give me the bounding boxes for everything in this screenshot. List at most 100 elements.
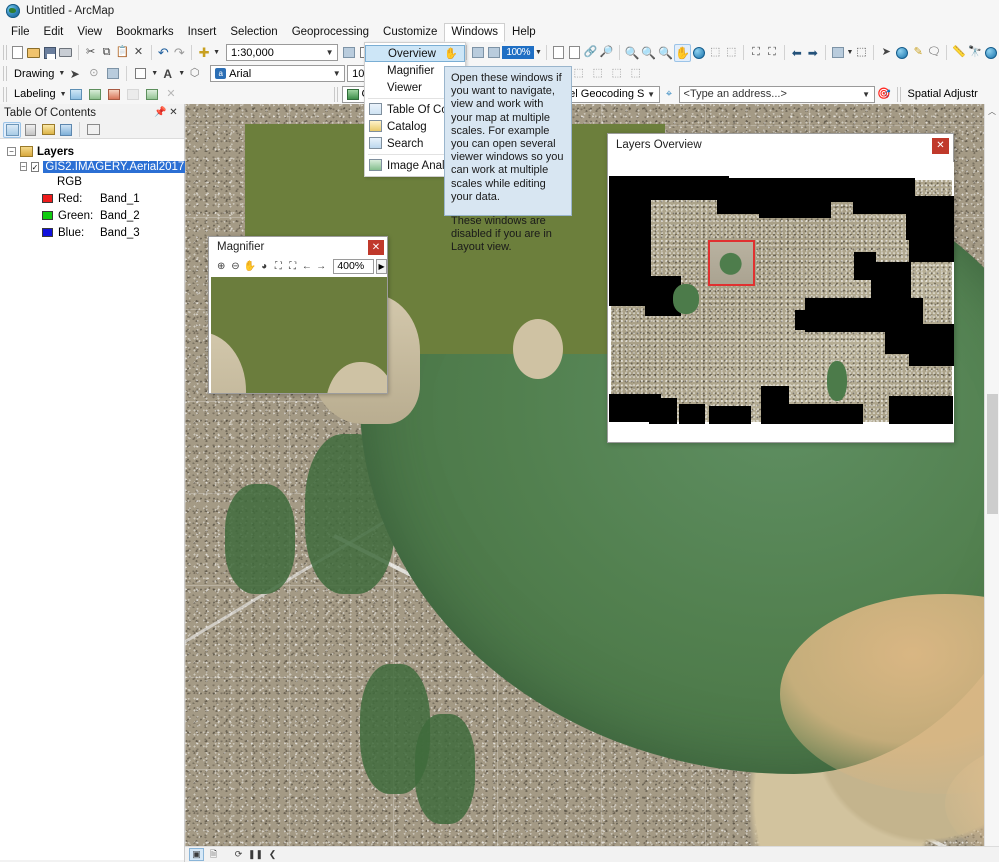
label-weight-icon[interactable] xyxy=(105,85,124,103)
nudge-button[interactable]: ⬚ xyxy=(569,65,588,83)
scroll-thumb[interactable] xyxy=(987,394,998,514)
measure-button[interactable]: 📏 xyxy=(951,44,967,62)
spatial-adjustment-label[interactable]: Spatial Adjustr xyxy=(905,88,981,100)
go-to-xy-button[interactable] xyxy=(983,44,999,62)
labeling-menu-label[interactable]: Labeling xyxy=(11,88,59,100)
map-vertical-scrollbar[interactable]: ︿ xyxy=(984,104,999,846)
pan-icon[interactable]: ✋ xyxy=(244,259,256,273)
menu-file[interactable]: File xyxy=(4,23,37,42)
menu-help[interactable]: Help xyxy=(505,23,543,42)
label-priority-icon[interactable] xyxy=(86,85,105,103)
forward-extent-icon[interactable]: → xyxy=(315,259,327,273)
zoom-in-button[interactable]: 🔍 xyxy=(623,44,640,62)
zoom-to-selection-button[interactable]: ⬚ xyxy=(723,44,739,62)
layer-visibility-checkbox[interactable]: ✓ xyxy=(31,162,40,172)
image-analysis-button[interactable] xyxy=(470,44,486,62)
globe-icon[interactable]: ◕ xyxy=(258,259,270,273)
toolbar-grip[interactable] xyxy=(2,66,8,81)
expand-collapse-icon[interactable]: − xyxy=(7,147,16,156)
toolbar-grip[interactable] xyxy=(2,87,8,102)
align-button[interactable]: ⬚ xyxy=(588,65,607,83)
map-data-view[interactable]: Magnifier ✕ ⊕ ⊖ ✋ ◕ ⛶ ⛶ ← → 400% ▶ xyxy=(185,104,999,862)
drawing-dropdown-icon[interactable]: ▼ xyxy=(58,70,65,77)
distribute-button[interactable]: ⬚ xyxy=(607,65,626,83)
select-features-button[interactable] xyxy=(830,44,846,62)
new-marker-icon[interactable]: ⬡ xyxy=(185,65,204,83)
menu-view[interactable]: View xyxy=(70,23,109,42)
menu-windows[interactable]: Windows xyxy=(444,23,505,42)
new-map-button[interactable] xyxy=(10,44,26,62)
magnifier-dropdown-icon[interactable]: ▶ xyxy=(376,259,387,274)
zoom-in-icon[interactable]: ⊕ xyxy=(215,259,227,273)
back-button[interactable]: ❮ xyxy=(265,848,280,861)
chevron-down-icon[interactable]: ▼ xyxy=(859,87,874,102)
toc-layer-row[interactable]: − ✓ GIS2.IMAGERY.Aerial2017 xyxy=(4,159,184,174)
scroll-up-icon[interactable]: ︿ xyxy=(985,104,999,119)
delete-button[interactable]: ✕ xyxy=(131,44,147,62)
pause-labeling-icon[interactable]: ✕ xyxy=(162,85,181,103)
add-data-dropdown-icon[interactable]: ▼ xyxy=(213,49,220,56)
menu-customize[interactable]: Customize xyxy=(376,23,444,42)
toolbar-grip[interactable] xyxy=(333,87,339,102)
open-table-button[interactable] xyxy=(551,44,567,62)
open-button[interactable] xyxy=(26,44,42,62)
add-data-button[interactable]: ✚ xyxy=(196,44,212,62)
fixed-zoom-extent-button[interactable]: ⛶ xyxy=(764,44,780,62)
drawing-menu-label[interactable]: Drawing xyxy=(11,68,57,80)
forward-extent-button[interactable]: ➡ xyxy=(805,44,821,62)
close-icon[interactable]: ✕ xyxy=(368,240,384,255)
data-view-button[interactable]: ▣ xyxy=(189,848,204,861)
effects-button[interactable] xyxy=(486,44,502,62)
list-by-selection-button[interactable] xyxy=(57,122,75,138)
cut-button[interactable]: ✂ xyxy=(83,44,99,62)
refresh-button[interactable]: ⟳ xyxy=(231,848,246,861)
pin-icon[interactable]: 📌 xyxy=(154,107,167,118)
fixed-zoom-out-button[interactable]: ⛶ xyxy=(748,44,764,62)
list-by-drawing-order-button[interactable] xyxy=(3,122,21,138)
find-button[interactable]: 🔭 xyxy=(967,44,983,62)
full-extent-icon[interactable]: ⛶ xyxy=(272,259,284,273)
magnifier-window[interactable]: Magnifier ✕ ⊕ ⊖ ✋ ◕ ⛶ ⛶ ← → 400% ▶ xyxy=(208,236,388,394)
copy-button[interactable]: ⧉ xyxy=(99,44,115,62)
chevron-down-icon[interactable]: ▼ xyxy=(644,87,659,102)
undo-button[interactable]: ↶ xyxy=(155,44,171,62)
clear-selection-button[interactable]: ⬚ xyxy=(853,44,869,62)
chevron-down-icon[interactable]: ▼ xyxy=(322,45,337,60)
editor-toolbar-button[interactable] xyxy=(341,44,357,62)
transparency-dropdown-icon[interactable]: ▼ xyxy=(535,49,542,56)
menu-bookmarks[interactable]: Bookmarks xyxy=(109,23,181,42)
paste-button[interactable]: 📋 xyxy=(115,44,131,62)
lock-labels-icon[interactable] xyxy=(124,85,143,103)
expand-collapse-icon[interactable]: − xyxy=(20,162,27,171)
view-unplaced-labels-icon[interactable] xyxy=(143,85,162,103)
close-icon[interactable]: ✕ xyxy=(167,107,180,118)
print-button[interactable] xyxy=(58,44,74,62)
select-dropdown-icon[interactable]: ▼ xyxy=(847,49,854,56)
pan-button[interactable]: ✋ xyxy=(674,44,691,62)
magnifier-zoom-value[interactable]: 400% xyxy=(333,259,374,274)
map-scale-combo[interactable]: 1:30,000 ▼ xyxy=(226,44,338,61)
save-button[interactable] xyxy=(42,44,58,62)
rotate-button[interactable]: ⬚ xyxy=(626,65,645,83)
identify-button[interactable] xyxy=(894,44,910,62)
overview-viewport[interactable] xyxy=(609,162,954,442)
list-by-source-button[interactable] xyxy=(21,122,39,138)
menu-selection[interactable]: Selection xyxy=(223,23,284,42)
shape-dropdown-icon[interactable]: ▼ xyxy=(151,70,158,77)
fixed-zoom-icon[interactable]: ⛶ xyxy=(287,259,299,273)
menu-geoprocessing[interactable]: Geoprocessing xyxy=(285,23,376,42)
back-extent-button[interactable]: ⬅ xyxy=(789,44,805,62)
close-icon[interactable]: ✕ xyxy=(932,138,949,154)
toolbar-grip[interactable] xyxy=(2,45,7,60)
select-elements-button[interactable]: ➤ xyxy=(878,44,894,62)
report-button[interactable] xyxy=(567,44,583,62)
layers-overview-window[interactable]: Layers Overview ✕ xyxy=(607,133,954,443)
font-family-combo[interactable]: a Arial ▼ xyxy=(210,65,345,82)
geocode-addresses-icon[interactable]: ⌖ xyxy=(660,85,679,103)
hyperlink-button[interactable]: ✎ xyxy=(910,44,926,62)
html-popup-button[interactable]: 🗨 xyxy=(926,44,942,62)
new-text-icon[interactable]: A xyxy=(158,65,177,83)
text-dropdown-icon[interactable]: ▼ xyxy=(178,70,185,77)
binoculars-icon[interactable]: 🔗 xyxy=(583,44,599,62)
list-by-visibility-button[interactable] xyxy=(39,122,57,138)
